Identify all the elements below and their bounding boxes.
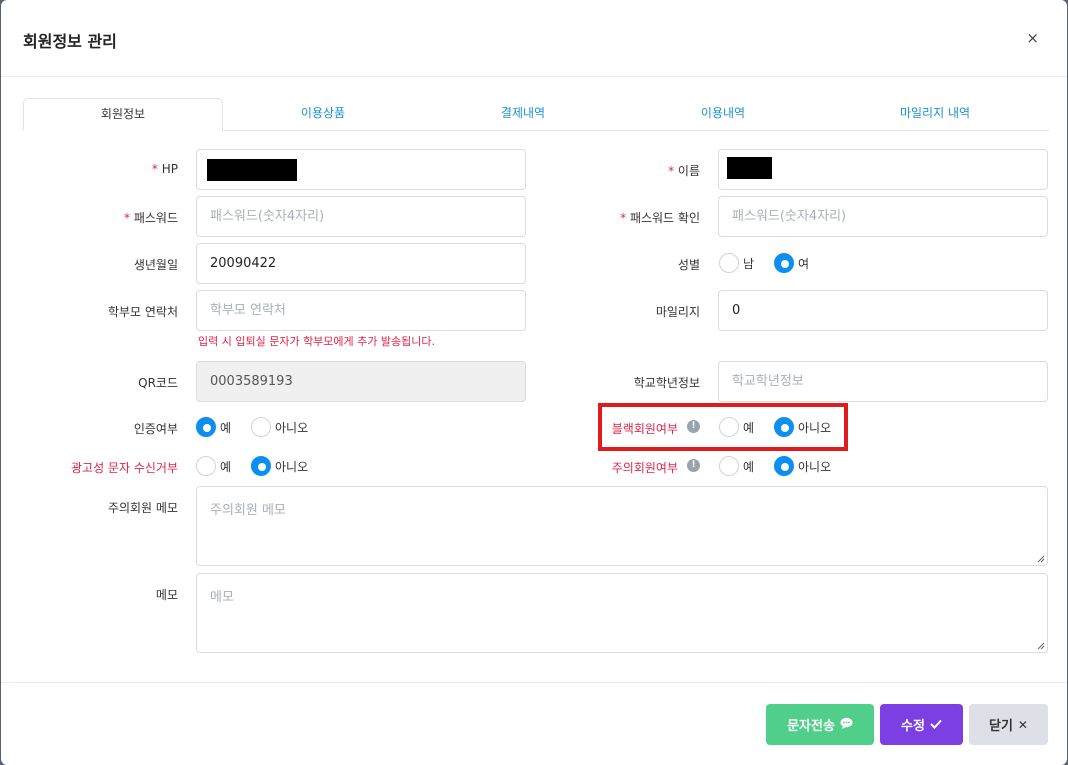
edit-button[interactable]: 수정	[880, 704, 963, 745]
button-label: 문자전송	[787, 719, 835, 734]
tab-mileage[interactable]: 마일리지 내역	[835, 98, 1035, 129]
parent-contact-label: 학부모 연락처	[107, 305, 178, 319]
caution-label: 주의회원여부	[611, 461, 678, 475]
school-label: 학교학년정보	[633, 376, 700, 390]
qr-input: 0003589193	[196, 361, 526, 402]
school-input[interactable]: 학교학년정보	[718, 361, 1048, 402]
caution-memo-label: 주의회원 메모	[107, 501, 178, 515]
info-icon[interactable]: !	[687, 459, 700, 472]
hp-label: * HP	[8, 162, 178, 176]
resize-handle-icon[interactable]	[1037, 555, 1045, 563]
mileage-label: 마일리지	[655, 305, 700, 319]
chat-bubble-icon	[840, 717, 853, 732]
password-label-text: 패스워드	[133, 211, 178, 225]
password-label: * 패스워드	[8, 209, 178, 226]
modal-title: 회원정보 관리	[23, 32, 117, 51]
radio-circle	[719, 253, 739, 273]
parent-contact-input[interactable]: 학부모 연락처	[196, 290, 526, 331]
redacted-block	[727, 157, 772, 179]
memo-label: 메모	[155, 588, 178, 602]
password-confirm-label: * 패스워드 확인	[530, 209, 700, 226]
password-confirm-label-text: 패스워드 확인	[629, 211, 700, 225]
radio-label: 남	[743, 256, 755, 271]
verified-label: 인증여부	[133, 422, 178, 436]
close-icon[interactable]: ×	[1026, 29, 1039, 47]
radio-circle	[774, 456, 794, 476]
textarea-placeholder: 메모	[210, 590, 234, 605]
textarea-placeholder: 주의회원 메모	[210, 503, 286, 518]
radio-circle	[196, 417, 216, 437]
radio-circle	[196, 456, 216, 476]
gender-label: 성별	[677, 258, 700, 272]
ad-reject-no-radio[interactable]: 아니오	[251, 456, 308, 476]
caution-no-radio[interactable]: 아니오	[774, 456, 831, 476]
required-mark: *	[124, 211, 130, 225]
radio-circle	[251, 456, 271, 476]
send-sms-button[interactable]: 문자전송	[766, 704, 874, 745]
gender-female-radio[interactable]: 여	[774, 253, 809, 273]
close-button[interactable]: 닫기 ✕	[969, 704, 1048, 745]
required-mark: *	[620, 211, 627, 225]
birth-input[interactable]: 20090422	[196, 243, 526, 284]
radio-label: 예	[743, 459, 755, 474]
redacted-block	[207, 159, 297, 181]
password-input[interactable]: 패스워드(숫자4자리)	[196, 196, 526, 237]
modal-header: 회원정보 관리 ×	[1, 0, 1067, 77]
member-info-modal: 회원정보 관리 × 회원정보 이용상품 결제내역 이용내역 마일리지 내역 * …	[1, 0, 1067, 765]
caution-yes-radio[interactable]: 예	[719, 456, 754, 476]
highlight-box	[598, 403, 848, 451]
tab-usage[interactable]: 이용내역	[623, 98, 823, 129]
password-confirm-input[interactable]: 패스워드(숫자4자리)	[718, 196, 1048, 237]
radio-label: 예	[220, 420, 232, 435]
button-label: 닫기	[989, 719, 1013, 734]
radio-label: 아니오	[798, 459, 832, 474]
gender-male-radio[interactable]: 남	[719, 253, 754, 273]
qr-label: QR코드	[138, 376, 178, 390]
required-mark: *	[668, 164, 675, 178]
parent-contact-hint: 입력 시 입퇴실 문자가 학부모에게 추가 발송됩니다.	[198, 335, 435, 348]
birth-label: 생년월일	[133, 258, 178, 272]
tab-bar: 회원정보 이용상품 결제내역 이용내역 마일리지 내역	[23, 98, 1049, 131]
radio-circle	[774, 253, 794, 273]
radio-label: 여	[798, 256, 810, 271]
resize-handle-icon[interactable]	[1037, 642, 1045, 650]
name-input[interactable]	[718, 149, 1048, 190]
button-label: 수정	[901, 719, 925, 734]
ad-reject-yes-radio[interactable]: 예	[196, 456, 231, 476]
tab-products[interactable]: 이용상품	[223, 98, 423, 129]
ad-reject-label: 광고성 문자 수신거부	[71, 461, 178, 475]
footer-divider	[1, 682, 1067, 683]
radio-label: 아니오	[275, 420, 309, 435]
radio-circle	[719, 456, 739, 476]
radio-circle	[251, 417, 271, 437]
memo-textarea[interactable]: 메모	[196, 573, 1048, 653]
tab-member-info[interactable]: 회원정보	[23, 98, 223, 131]
close-icon: ✕	[1017, 717, 1028, 732]
required-mark: *	[151, 162, 158, 176]
verified-no-radio[interactable]: 아니오	[251, 417, 308, 437]
check-icon	[930, 718, 942, 732]
name-label: * 이름	[530, 162, 700, 179]
mileage-input[interactable]: 0	[718, 290, 1048, 331]
tab-payments[interactable]: 결제내역	[423, 98, 623, 129]
hp-input[interactable]	[196, 149, 526, 190]
verified-yes-radio[interactable]: 예	[196, 417, 231, 437]
radio-label: 예	[220, 459, 232, 474]
radio-label: 아니오	[275, 459, 309, 474]
hp-label-text: HP	[161, 162, 178, 176]
name-label-text: 이름	[677, 164, 700, 178]
caution-memo-textarea[interactable]: 주의회원 메모	[196, 486, 1048, 566]
